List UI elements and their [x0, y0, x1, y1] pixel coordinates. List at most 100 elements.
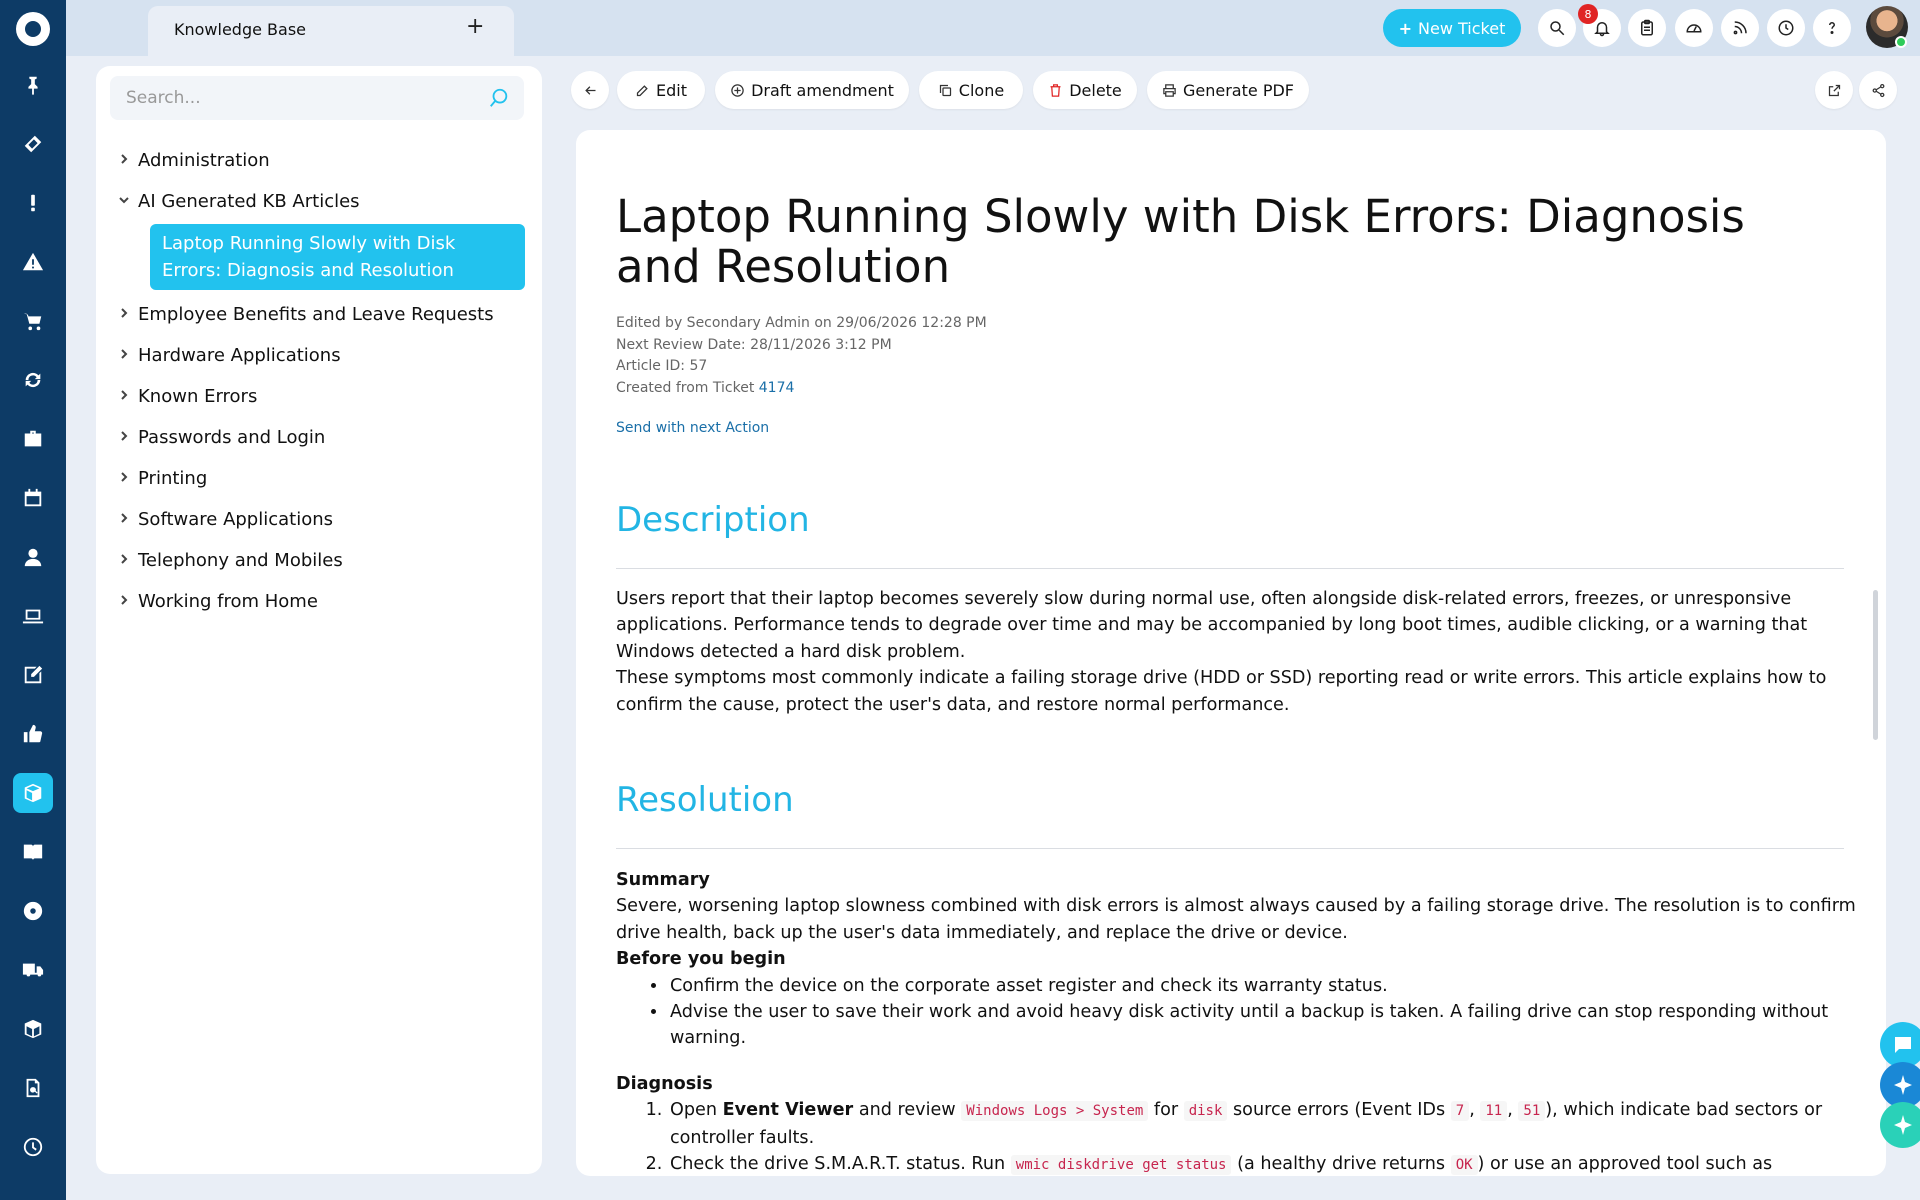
- exclamation-icon[interactable]: [13, 183, 53, 223]
- copy-icon: [939, 84, 951, 96]
- chevron-right-icon[interactable]: [110, 430, 138, 446]
- pdf-label: Generate PDF: [1183, 80, 1294, 100]
- cart-icon[interactable]: [13, 301, 53, 341]
- package-icon[interactable]: [13, 1009, 53, 1049]
- meta-article-id: Article ID: 57: [616, 358, 708, 374]
- left-rail: [0, 0, 66, 1200]
- article-title: Laptop Running Slowly with Disk Errors: …: [616, 190, 1745, 293]
- sparkle-icon: [1894, 1075, 1912, 1095]
- knowledge-base-icon[interactable]: [13, 773, 53, 813]
- pin-icon[interactable]: [13, 65, 53, 105]
- feed-button[interactable]: [1721, 9, 1759, 47]
- chevron-right-icon[interactable]: [110, 553, 138, 569]
- description-paragraph: These symptoms most commonly indicate a …: [616, 668, 1827, 715]
- list-item: Open Event Viewer and review Windows Log…: [668, 1097, 1856, 1151]
- meta-edited: Edited by Secondary Admin on 29/06/2026 …: [616, 315, 987, 331]
- share-button[interactable]: [1859, 71, 1897, 109]
- briefcase-icon[interactable]: [13, 419, 53, 459]
- tree-item-passwords[interactable]: Passwords and Login: [110, 417, 530, 458]
- laptop-icon[interactable]: [13, 596, 53, 636]
- calendar-icon[interactable]: [13, 478, 53, 518]
- add-tab-button[interactable]: +: [466, 14, 484, 39]
- draft-label: Draft amendment: [751, 80, 894, 100]
- disc-icon[interactable]: [13, 891, 53, 931]
- user-icon[interactable]: [13, 537, 53, 577]
- edit-button[interactable]: Edit: [617, 71, 705, 109]
- ticket-link[interactable]: 4174: [759, 380, 795, 396]
- tree-item-label: Telephony and Mobiles: [138, 550, 343, 571]
- search-button[interactable]: [1538, 9, 1576, 47]
- chevron-down-icon[interactable]: [110, 194, 138, 210]
- tree-item-ai-generated[interactable]: AI Generated KB Articles: [110, 181, 530, 222]
- tree-item-selected-article[interactable]: Laptop Running Slowly with Disk Errors: …: [150, 224, 525, 290]
- search-icon: [1550, 21, 1565, 36]
- meta-created-prefix: Created from Ticket: [616, 379, 755, 396]
- tree-item-label: Software Applications: [138, 509, 334, 530]
- chevron-right-icon[interactable]: [110, 348, 138, 364]
- new-ticket-button[interactable]: + New Ticket: [1383, 9, 1521, 47]
- help-button[interactable]: [1813, 9, 1851, 47]
- scrollbar[interactable]: [1873, 590, 1878, 740]
- chevron-right-icon[interactable]: [110, 153, 138, 169]
- clone-button[interactable]: Clone: [919, 71, 1023, 109]
- edit-icon: [636, 84, 648, 96]
- diagnosis-heading: Diagnosis: [616, 1073, 713, 1094]
- truck-icon[interactable]: [13, 950, 53, 990]
- tree-item-known-errors[interactable]: Known Errors: [110, 376, 530, 417]
- code-snippet: Windows Logs > System: [961, 1101, 1149, 1122]
- summary-text: Severe, worsening laptop slowness combin…: [616, 896, 1856, 943]
- divider: [616, 848, 1844, 849]
- meta-created-from: Created from Ticket 4174: [616, 378, 987, 400]
- search-icon[interactable]: [488, 87, 510, 109]
- ticket-icon[interactable]: [13, 124, 53, 164]
- clipboard-button[interactable]: [1628, 9, 1666, 47]
- before-list: Confirm the device on the corporate asse…: [668, 973, 1856, 1052]
- send-with-next-action-link[interactable]: Send with next Action: [616, 420, 769, 436]
- book-icon[interactable]: [13, 832, 53, 872]
- plus-circle-icon: [731, 83, 744, 97]
- tab-knowledge-base[interactable]: Knowledge Base: [148, 6, 514, 56]
- generate-pdf-button[interactable]: Generate PDF: [1147, 71, 1309, 109]
- tree-item-label: Administration: [138, 150, 270, 171]
- list-item: Confirm the device on the corporate asse…: [668, 973, 1856, 999]
- draft-amendment-button[interactable]: Draft amendment: [715, 71, 909, 109]
- tree-item-telephony[interactable]: Telephony and Mobiles: [110, 540, 530, 581]
- open-external-button[interactable]: [1815, 71, 1853, 109]
- search-box: [110, 76, 524, 120]
- tree-item-software[interactable]: Software Applications: [110, 499, 530, 540]
- history-button[interactable]: [1767, 9, 1805, 47]
- tree-item-label: Hardware Applications: [138, 345, 341, 366]
- tree-item-printing[interactable]: Printing: [110, 458, 530, 499]
- tree-item-employee-benefits[interactable]: Employee Benefits and Leave Requests: [110, 294, 530, 335]
- description-heading: Description: [616, 500, 810, 540]
- clock-icon[interactable]: [13, 1127, 53, 1167]
- app-logo[interactable]: [16, 12, 50, 46]
- trash-icon: [1050, 83, 1061, 97]
- ai-sparkle-button[interactable]: [1880, 1102, 1920, 1148]
- notification-badge: 8: [1578, 4, 1598, 24]
- tree-item-wfh[interactable]: Working from Home: [110, 581, 530, 622]
- list-item: Advise the user to save their work and a…: [668, 999, 1856, 1052]
- document-search-icon[interactable]: [13, 1068, 53, 1108]
- dashboard-button[interactable]: [1675, 9, 1713, 47]
- article-panel: Laptop Running Slowly with Disk Errors: …: [576, 130, 1886, 1176]
- description-body: Users report that their laptop becomes s…: [616, 586, 1856, 718]
- warning-icon[interactable]: [13, 242, 53, 282]
- delete-button[interactable]: Delete: [1033, 71, 1137, 109]
- chevron-right-icon[interactable]: [110, 594, 138, 610]
- refresh-icon[interactable]: [13, 360, 53, 400]
- chevron-right-icon[interactable]: [110, 471, 138, 487]
- meta-review-date: Next Review Date: 28/11/2026 3:12 PM: [616, 336, 892, 353]
- thumbs-up-icon[interactable]: [13, 714, 53, 754]
- tree-item-administration[interactable]: Administration: [110, 140, 530, 181]
- back-button[interactable]: [571, 71, 609, 109]
- tree-item-hardware[interactable]: Hardware Applications: [110, 335, 530, 376]
- chevron-right-icon[interactable]: [110, 389, 138, 405]
- diagnosis-list: Open Event Viewer and review Windows Log…: [668, 1097, 1856, 1176]
- search-input[interactable]: [126, 76, 466, 120]
- chevron-right-icon[interactable]: [110, 512, 138, 528]
- tree-item-label: Printing: [138, 468, 208, 489]
- chevron-right-icon[interactable]: [110, 307, 138, 323]
- plus-icon: +: [1398, 18, 1413, 38]
- edit-note-icon[interactable]: [13, 655, 53, 695]
